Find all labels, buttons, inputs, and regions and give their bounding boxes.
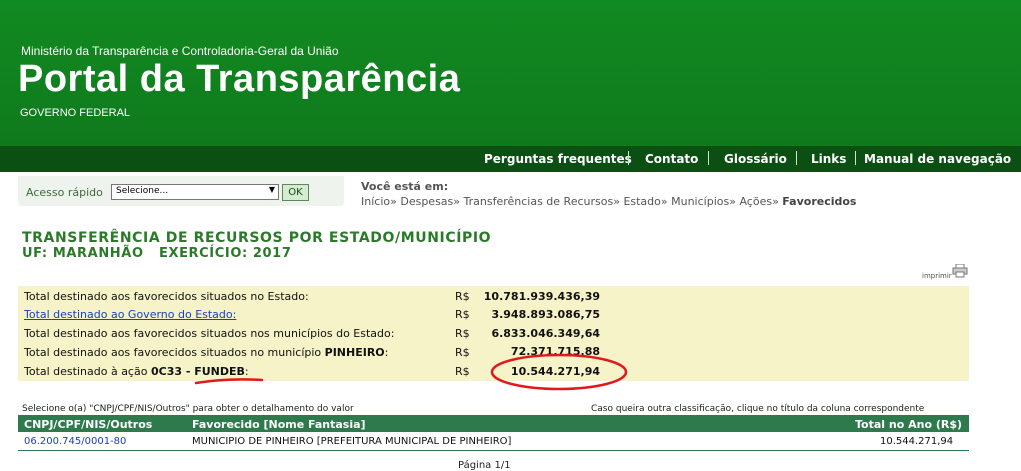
quick-access-select[interactable]: Selecione... ▼ [111,184,279,200]
summary-label-colon: : [384,346,389,359]
summary-label-municipality-text: Total destinado aos favorecidos situados… [24,346,322,359]
summary-label-colon: : [244,365,249,378]
breadcrumb-separator: » [660,195,668,208]
table-cell-name: MUNICIPIO DE PINHEIRO [PREFEITURA MUNICI… [192,436,512,447]
breadcrumb-item-transferencias[interactable]: Transferências de Recursos [464,195,614,208]
summary-label-state: Total destinado aos favorecidos situados… [24,290,309,303]
summary-label-municipalities: Total destinado aos favorecidos situados… [24,327,395,340]
breadcrumb-separator: » [772,195,779,208]
breadcrumb-current: Favorecidos [782,195,857,208]
portal-title[interactable]: Portal da Transparência [18,58,460,101]
breadcrumb-item-acoes[interactable]: Ações [739,195,772,208]
summary-action-name: 0C33 - FUNDEB [150,365,245,378]
breadcrumb-item-inicio[interactable]: Início [361,195,390,208]
pagination: Página 1/1 [458,460,511,471]
quick-access-ok-button[interactable]: OK [282,184,309,201]
summary-value-municipality: 72.371.715,88 [510,345,600,358]
ministry-name: Ministério da Transparência e Controlado… [21,44,339,58]
print-label[interactable]: imprimir [922,272,952,280]
chevron-down-icon: ▼ [268,185,275,194]
breadcrumb-item-municipios[interactable]: Municípios [671,195,729,208]
summary-municipality-name: PINHEIRO [324,346,385,359]
table-note-right: Caso queira outra classificação, clique … [591,404,925,414]
summary-value-state-government: 3.948.893.086,75 [491,308,600,321]
gov-label: GOVERNO FEDERAL [20,107,131,119]
nav-links[interactable]: Links [811,152,846,166]
summary-value-action: 10.544.271,94 [510,365,600,378]
breadcrumb-separator: » [729,195,736,208]
nav-separator [855,151,856,165]
summary-label-action: Total destinado à ação 0C33 - FUNDEB: [24,365,249,378]
quick-access-select-value: Selecione... [116,186,169,196]
summary-label-action-text: Total destinado à ação [24,365,148,378]
table-header-bar [18,415,969,432]
nav-glossary[interactable]: Glossário [724,152,787,166]
site-header: Ministério da Transparência e Controlado… [0,0,1021,146]
breadcrumb-separator: » [390,195,397,208]
table-row-divider [18,450,969,451]
nav-separator [796,151,797,165]
column-header-favorecido[interactable]: Favorecido [Nome Fantasia] [192,418,366,431]
nav-separator [628,151,629,165]
breadcrumb-item-estado[interactable]: Estado [623,195,660,208]
printer-icon[interactable] [952,264,968,278]
breadcrumb-separator: » [453,195,460,208]
breadcrumb-title: Você está em: [361,180,449,193]
nav-manual[interactable]: Manual de navegação [864,152,1011,166]
breadcrumb-item-despesas[interactable]: Despesas [400,195,453,208]
summary-link-state-government[interactable]: Total destinado ao Governo do Estado: [24,308,236,321]
page-subtitle: UF: MARANHÃO EXERCÍCIO: 2017 [22,246,292,261]
breadcrumb: Início» Despesas» Transferências de Recu… [361,195,856,208]
nav-contact[interactable]: Contato [645,152,698,166]
nav-faq[interactable]: Perguntas frequentes [484,152,632,166]
quick-access-label: Acesso rápido [26,186,103,199]
summary-value-state: 10.781.939.436,39 [483,290,600,303]
summary-value-municipalities: 6.833.046.349,64 [491,327,600,340]
page-title: TRANSFERÊNCIA DE RECURSOS POR ESTADO/MUN… [22,230,492,246]
summary-label-municipality: Total destinado aos favorecidos situados… [24,346,388,359]
breadcrumb-separator: » [613,195,620,208]
nav-separator [708,151,709,165]
table-cell-total: 10.544.271,94 [880,436,954,447]
table-note-left: Selecione o(a) "CNPJ/CPF/NIS/Outros" par… [22,404,354,414]
column-header-id[interactable]: CNPJ/CPF/NIS/Outros [24,418,152,431]
table-cell-id[interactable]: 06.200.745/0001-80 [24,436,126,447]
column-header-total[interactable]: Total no Ano (R$) [855,418,962,431]
